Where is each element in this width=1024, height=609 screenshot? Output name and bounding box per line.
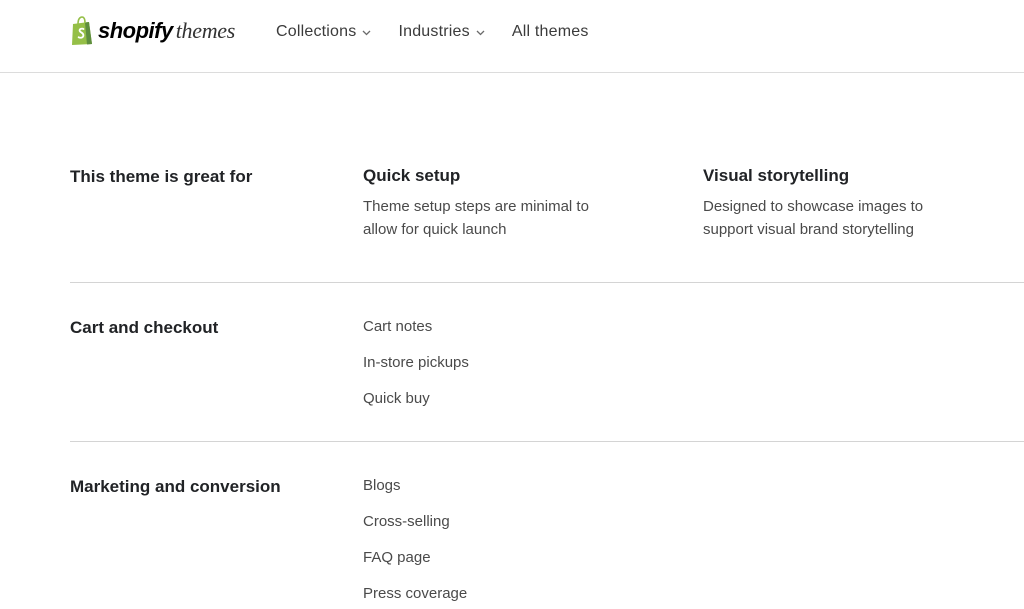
chevron-down-icon [476,30,485,36]
logo-suffix-text: themes [175,18,236,43]
list-item: Press coverage [363,585,468,602]
list-item: Cross-selling [363,513,450,530]
marketing-conversion-title: Marketing and conversion [70,477,281,496]
list-item: Cart notes [363,318,433,335]
feature-title: Quick setup [363,166,461,185]
cart-feature-list: Cart notes In-store pickups Quick buy [363,317,469,425]
chevron-down-icon [363,30,371,36]
list-item: Blogs [363,477,401,494]
site-header: shopify themes Collections Industries Al… [0,0,1024,73]
feature-visual-storytelling: Visual storytelling Designed to showcase… [703,166,953,241]
great-for-section: This theme is great for Quick setup Them… [70,166,1024,256]
nav-industries-label: Industries [398,23,470,40]
feature-description: Designed to showcase images to support v… [703,198,924,238]
list-item: In-store pickups [363,354,469,371]
list-item: FAQ page [363,549,431,566]
nav-industries[interactable]: Industries [398,22,485,42]
logo-brand-text: shopify [98,18,173,43]
feature-description: Theme setup steps are minimal to allow f… [363,198,589,238]
marketing-feature-list: Blogs Cross-selling FAQ page Press cover… [363,476,467,609]
list-item: Quick buy [363,390,430,407]
feature-title: Visual storytelling [703,166,850,185]
nav-collections[interactable]: Collections [276,22,371,42]
nav-collections-label: Collections [276,23,357,40]
shopify-themes-logo[interactable]: shopify themes [70,15,235,47]
nav-all-themes-label: All themes [511,23,589,40]
main-nav: Collections Industries All themes [276,22,616,42]
nav-all-themes[interactable]: All themes [512,22,589,42]
great-for-title: This theme is great for [70,167,253,186]
cart-checkout-section: Cart and checkout Cart notes In-store pi… [70,317,1024,427]
feature-quick-setup: Quick setup Theme setup steps are minima… [363,166,613,241]
shopify-bag-icon [72,16,92,45]
section-divider [70,441,1024,442]
marketing-conversion-section: Marketing and conversion Blogs Cross-sel… [70,476,1024,609]
section-divider [70,282,1024,283]
cart-checkout-title: Cart and checkout [70,318,219,337]
